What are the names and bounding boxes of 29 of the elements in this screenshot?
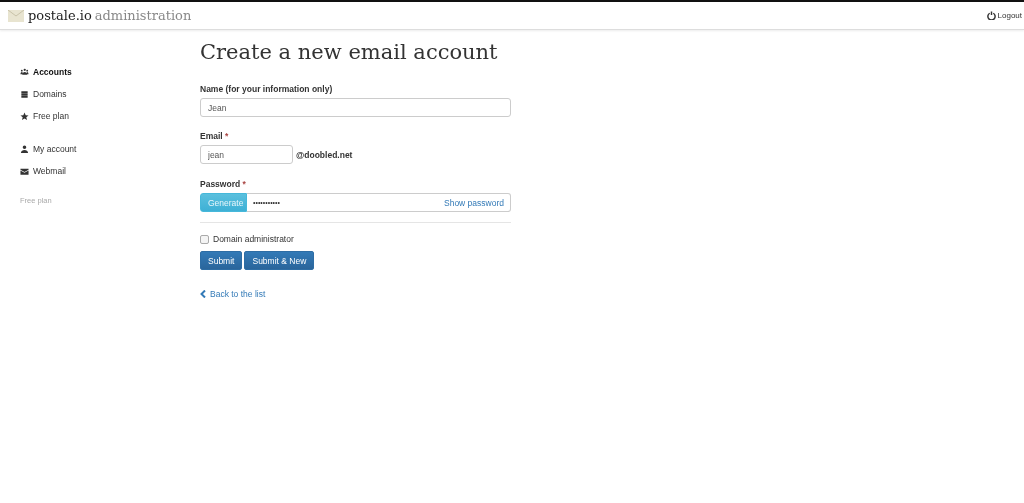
brand-subtitle: administration — [94, 8, 192, 23]
sidebar-icon — [20, 166, 29, 176]
envelope-icon — [8, 9, 24, 22]
field-label: Password * — [200, 179, 246, 189]
name-field[interactable]: Jean — [200, 98, 511, 117]
field-label: Email * — [200, 131, 229, 141]
checkbox-label: Domain administrator — [213, 234, 294, 244]
submit-button[interactable]: Submit & New — [244, 251, 315, 270]
field-label: Name (for your information only) — [200, 84, 333, 94]
email-domain: @doobled.net — [296, 149, 353, 160]
page-title: Create a new email account — [200, 40, 499, 64]
submit-button[interactable]: Submit — [200, 251, 243, 270]
back-link[interactable]: Back to the list — [200, 289, 266, 299]
brand-name: postale.io — [28, 8, 92, 23]
sidebar-icon — [20, 89, 29, 99]
power-icon — [986, 11, 996, 20]
sidebar-item[interactable]: Accounts — [20, 61, 72, 83]
email-field[interactable]: jean — [200, 145, 293, 164]
sidebar-item[interactable]: Free plan — [20, 105, 69, 127]
show-password-link[interactable]: Show password — [444, 198, 504, 208]
sidebar-item[interactable]: My account — [20, 138, 77, 160]
chevron-left-icon — [200, 290, 206, 298]
sidebar-icon — [20, 67, 29, 77]
sidebar-item[interactable]: Webmail — [20, 160, 66, 182]
logout-link[interactable]: Logout — [986, 11, 1022, 20]
sidebar-icon — [20, 111, 29, 121]
sidebar-item[interactable]: Domains — [20, 83, 67, 105]
checkbox[interactable] — [200, 234, 209, 244]
sidebar-icon — [20, 144, 29, 154]
